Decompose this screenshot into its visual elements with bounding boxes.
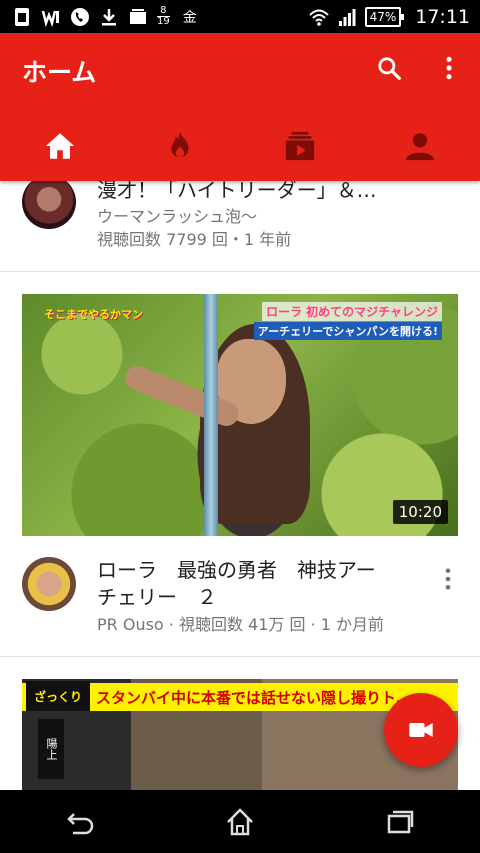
app-bar: ホーム [0, 33, 480, 181]
tab-trending[interactable] [120, 111, 240, 181]
video-title-line2[interactable]: チェリー ２ [97, 584, 217, 611]
search-button[interactable] [374, 53, 404, 83]
phone-icon [70, 7, 90, 27]
home-icon [45, 133, 75, 159]
status-date: 8 19 [157, 5, 170, 27]
wireless-icon [41, 7, 61, 27]
video-title[interactable]: 漫才！「ハイトリーダー」＆… [97, 177, 377, 204]
video-thumbnail[interactable]: そこまでやるかマン ローラ 初めてのマジチャレンジ アーチェリーでシャンパンを開… [22, 294, 458, 536]
tab-account[interactable] [360, 111, 480, 181]
nav-home-button[interactable] [160, 790, 320, 853]
video-title-line1[interactable]: ローラ 最強の勇者 神技アー [97, 557, 376, 584]
screen: 8 19 金 47% 17:11 ホーム 漫才！「ハイトリーダー」＆… ウーマン… [0, 0, 480, 853]
thumbnail-banner-text: スタンバイ中に本番では話せない隠し撮りト… [96, 689, 412, 707]
duration-badge: 10:20 [392, 500, 448, 524]
nav-recents-button[interactable] [320, 790, 480, 853]
page-title: ホーム [22, 58, 97, 87]
tab-subscriptions[interactable] [240, 111, 360, 181]
thumbnail-bow [204, 294, 218, 536]
sim-icon [12, 7, 32, 27]
search-icon [378, 57, 401, 80]
more-vert-icon [446, 56, 452, 80]
video-meta: 視聴回数 7799 回・1 年前 [97, 230, 292, 249]
status-weekday: 金 [182, 9, 197, 26]
account-icon [405, 133, 435, 161]
back-icon [67, 812, 94, 834]
more-vert-icon [445, 568, 451, 590]
system-nav-bar [0, 790, 480, 853]
video-camera-icon [409, 723, 433, 737]
home-nav-icon [227, 807, 253, 835]
divider [0, 271, 480, 272]
fire-icon [171, 131, 189, 158]
video-more-button[interactable] [438, 565, 458, 593]
upload-video-button[interactable] [384, 693, 458, 767]
channel-avatar[interactable] [22, 175, 76, 229]
overflow-menu-button[interactable] [434, 53, 464, 83]
thumbnail-caption-right: ローラ 初めてのマジチャレンジ [261, 302, 442, 321]
thumbnail-side-text: 陽上 [38, 719, 64, 779]
subscriptions-icon [285, 131, 315, 161]
tab-home[interactable] [0, 111, 120, 181]
tab-bar [0, 111, 480, 181]
channel-avatar[interactable] [22, 557, 76, 611]
thumbnail-caption-sub: アーチェリーでシャンパンを開ける! [253, 322, 442, 340]
download-icon [99, 7, 119, 27]
thumbnail-logo: ざっくり [26, 681, 90, 711]
battery-indicator: 47% [364, 6, 404, 27]
divider [0, 656, 480, 657]
status-bar: 8 19 金 47% 17:11 [0, 0, 480, 33]
wifi-icon [308, 7, 329, 27]
thumbnail-caption-left: そこまでやるかマン [44, 308, 143, 321]
status-time: 17:11 [415, 5, 470, 28]
video-channel: ウーマンラッシュ泡〜 [97, 207, 258, 226]
nav-back-button[interactable] [0, 790, 160, 853]
signal-icon [337, 7, 357, 27]
video-meta: PR Ouso · 視聴回数 41万 回 · 1 か月前 [97, 615, 385, 634]
recents-icon [387, 810, 414, 833]
screen-icon [128, 7, 148, 27]
